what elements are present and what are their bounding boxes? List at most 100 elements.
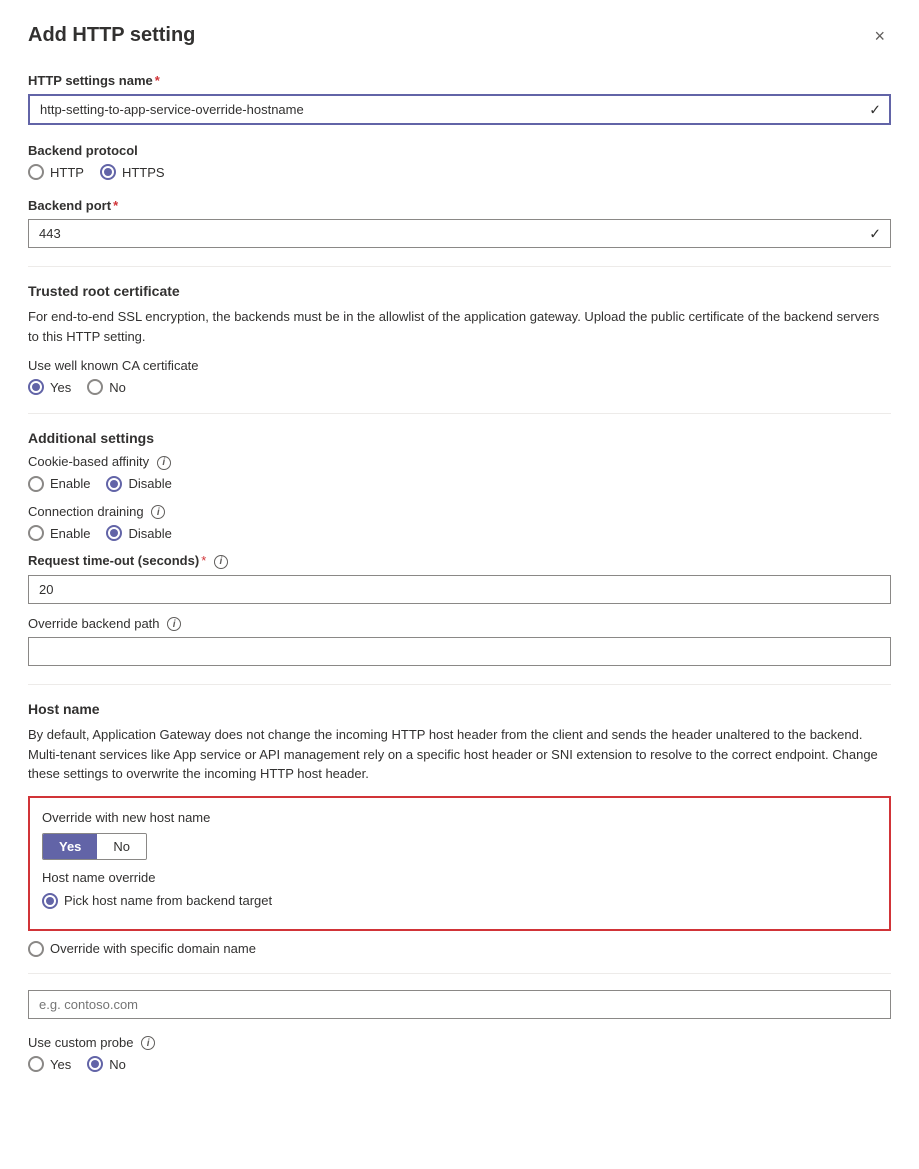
custom-probe-no-option[interactable]: No <box>87 1056 126 1072</box>
override-backend-path-label: Override backend path <box>28 616 160 631</box>
pick-from-backend-radio[interactable] <box>42 893 58 909</box>
additional-settings-heading: Additional settings <box>28 430 891 446</box>
well-known-ca-radio-group: Yes No <box>28 379 891 395</box>
backend-protocol-https-radio[interactable] <box>100 164 116 180</box>
well-known-ca-yes-label: Yes <box>50 380 71 395</box>
request-timeout-input-wrapper <box>28 575 891 604</box>
override-new-hostname-group: Override with new host name Yes No <box>42 810 877 860</box>
backend-protocol-http-radio[interactable] <box>28 164 44 180</box>
trusted-root-cert-heading: Trusted root certificate <box>28 283 891 299</box>
backend-protocol-https-option[interactable]: HTTPS <box>100 164 165 180</box>
cookie-affinity-label: Cookie-based affinity <box>28 454 149 469</box>
additional-settings-section: Additional settings Cookie-based affinit… <box>28 430 891 666</box>
close-button[interactable]: × <box>868 24 891 49</box>
cookie-affinity-disable-label: Disable <box>128 476 171 491</box>
custom-probe-info-icon[interactable]: i <box>141 1036 155 1050</box>
pick-from-backend-option[interactable]: Pick host name from backend target <box>42 893 877 909</box>
http-settings-name-section: HTTP settings name* ✓ <box>28 73 891 125</box>
http-settings-name-label: HTTP settings name* <box>28 73 891 88</box>
request-timeout-label: Request time-out (seconds) <box>28 553 199 568</box>
custom-probe-yes-label: Yes <box>50 1057 71 1072</box>
cookie-affinity-disable-option[interactable]: Disable <box>106 476 171 492</box>
http-settings-name-input-wrapper: ✓ <box>28 94 891 125</box>
override-backend-path-group: Override backend path i <box>28 616 891 667</box>
backend-protocol-http-label: HTTP <box>50 165 84 180</box>
http-settings-name-input[interactable] <box>28 94 891 125</box>
domain-name-input[interactable] <box>28 990 891 1019</box>
panel-title: Add HTTP setting <box>28 24 195 47</box>
host-name-desc: By default, Application Gateway does not… <box>28 725 891 784</box>
divider-2 <box>28 413 891 414</box>
override-specific-domain-label: Override with specific domain name <box>50 941 256 956</box>
override-backend-path-input-wrapper <box>28 637 891 666</box>
override-backend-path-input[interactable] <box>28 637 891 666</box>
panel-header: Add HTTP setting × <box>28 24 891 49</box>
host-name-override-label: Host name override <box>42 870 877 885</box>
cookie-affinity-enable-option[interactable]: Enable <box>28 476 90 492</box>
well-known-ca-no-radio[interactable] <box>87 379 103 395</box>
backend-protocol-radio-group: HTTP HTTPS <box>28 164 891 180</box>
connection-draining-group: Connection draining i Enable Disable <box>28 504 891 542</box>
divider-3 <box>28 684 891 685</box>
backend-port-input[interactable] <box>28 219 891 248</box>
cookie-affinity-radio-group: Enable Disable <box>28 476 891 492</box>
custom-probe-label: Use custom probe <box>28 1035 134 1050</box>
use-well-known-ca-label: Use well known CA certificate <box>28 358 891 373</box>
backend-protocol-http-option[interactable]: HTTP <box>28 164 84 180</box>
well-known-ca-yes-radio[interactable] <box>28 379 44 395</box>
custom-probe-group: Use custom probe i Yes No <box>28 1035 891 1073</box>
override-specific-domain-radio[interactable] <box>28 941 44 957</box>
pick-from-backend-label: Pick host name from backend target <box>64 893 272 908</box>
well-known-ca-no-label: No <box>109 380 126 395</box>
custom-probe-radio-group: Yes No <box>28 1056 891 1072</box>
backend-protocol-https-label: HTTPS <box>122 165 165 180</box>
well-known-ca-no-option[interactable]: No <box>87 379 126 395</box>
custom-probe-no-label: No <box>109 1057 126 1072</box>
host-name-heading: Host name <box>28 701 891 717</box>
override-hostname-highlighted: Override with new host name Yes No Host … <box>28 796 891 931</box>
cookie-affinity-disable-radio[interactable] <box>106 476 122 492</box>
domain-name-input-wrapper <box>28 990 891 1019</box>
trusted-root-cert-section: Trusted root certificate For end-to-end … <box>28 283 891 395</box>
connection-draining-disable-label: Disable <box>128 526 171 541</box>
request-timeout-input[interactable] <box>28 575 891 604</box>
override-new-hostname-yes-btn[interactable]: Yes <box>43 834 97 859</box>
connection-draining-enable-option[interactable]: Enable <box>28 525 90 541</box>
cookie-affinity-label-row: Cookie-based affinity i <box>28 454 891 470</box>
cookie-affinity-info-icon[interactable]: i <box>157 456 171 470</box>
backend-port-label: Backend port* <box>28 198 891 213</box>
backend-port-input-wrapper: ✓ <box>28 219 891 248</box>
override-backend-path-info-icon[interactable]: i <box>167 617 181 631</box>
custom-probe-yes-option[interactable]: Yes <box>28 1056 71 1072</box>
connection-draining-disable-option[interactable]: Disable <box>106 525 171 541</box>
backend-port-check: ✓ <box>869 225 881 242</box>
backend-protocol-label: Backend protocol <box>28 143 891 158</box>
request-timeout-info-icon[interactable]: i <box>214 555 228 569</box>
host-name-section: Host name By default, Application Gatewa… <box>28 701 891 1072</box>
well-known-ca-yes-option[interactable]: Yes <box>28 379 71 395</box>
connection-draining-enable-radio[interactable] <box>28 525 44 541</box>
backend-protocol-section: Backend protocol HTTP HTTPS <box>28 143 891 180</box>
override-new-hostname-toggle[interactable]: Yes No <box>42 833 147 860</box>
connection-draining-disable-radio[interactable] <box>106 525 122 541</box>
override-new-hostname-label: Override with new host name <box>42 810 877 825</box>
connection-draining-label: Connection draining <box>28 504 144 519</box>
cookie-affinity-enable-radio[interactable] <box>28 476 44 492</box>
request-timeout-group: Request time-out (seconds)* i <box>28 553 891 604</box>
http-settings-name-check: ✓ <box>869 101 881 118</box>
custom-probe-no-radio[interactable] <box>87 1056 103 1072</box>
request-timeout-label-row: Request time-out (seconds)* i <box>28 553 891 569</box>
connection-draining-radio-group: Enable Disable <box>28 525 891 541</box>
connection-draining-label-row: Connection draining i <box>28 504 891 520</box>
backend-port-section: Backend port* ✓ <box>28 198 891 248</box>
divider-1 <box>28 266 891 267</box>
custom-probe-label-row: Use custom probe i <box>28 1035 891 1051</box>
cookie-affinity-group: Cookie-based affinity i Enable Disable <box>28 454 891 492</box>
connection-draining-enable-label: Enable <box>50 526 90 541</box>
override-specific-domain-option[interactable]: Override with specific domain name <box>28 941 891 957</box>
override-specific-domain-group: Override with specific domain name <box>28 941 891 957</box>
add-http-setting-panel: Add HTTP setting × HTTP settings name* ✓… <box>0 0 919 1169</box>
override-new-hostname-no-btn[interactable]: No <box>97 834 146 859</box>
connection-draining-info-icon[interactable]: i <box>151 505 165 519</box>
custom-probe-yes-radio[interactable] <box>28 1056 44 1072</box>
